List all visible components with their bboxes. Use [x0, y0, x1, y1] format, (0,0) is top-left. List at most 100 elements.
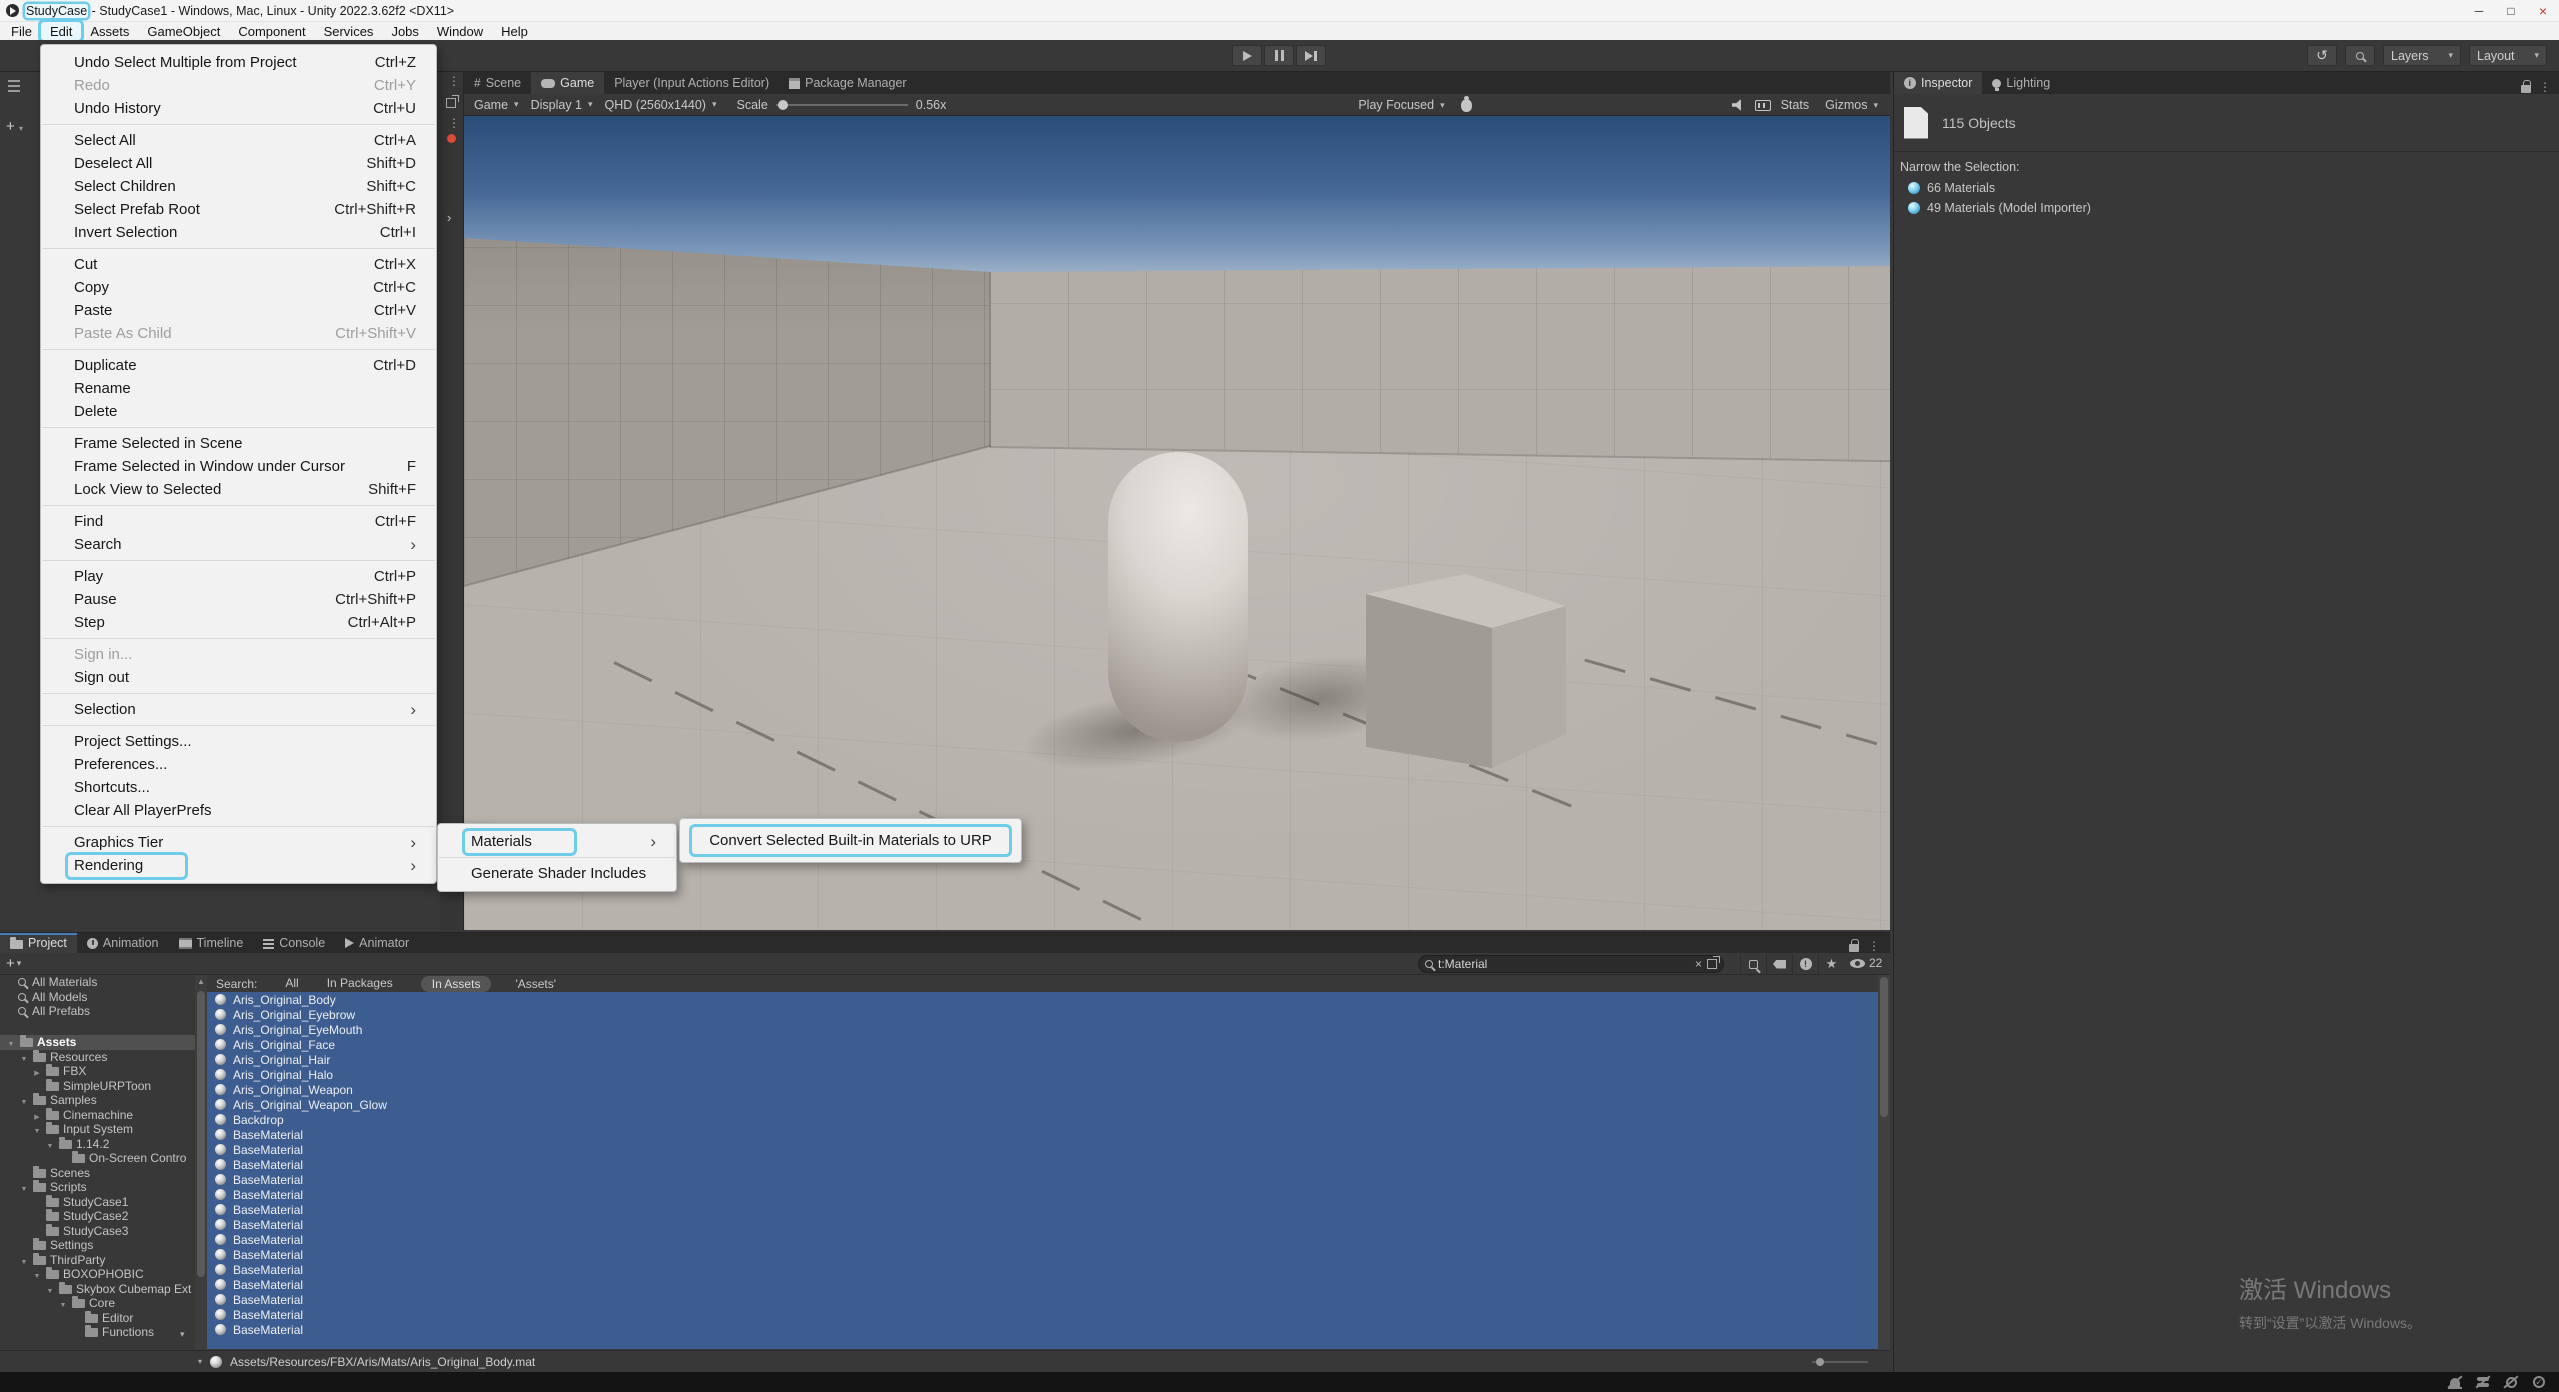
menu-item[interactable]: FindCtrl+F: [41, 510, 436, 533]
folder-tree-item[interactable]: Settings: [0, 1238, 195, 1253]
folder-tree-item[interactable]: Input System: [0, 1122, 195, 1137]
menu-bar-item[interactable]: GameObject: [138, 22, 229, 40]
scrollbar-thumb[interactable]: [197, 991, 205, 1277]
menu-item[interactable]: Rename: [41, 377, 436, 400]
menu-bar-item[interactable]: Assets: [81, 22, 138, 40]
folder-tree-item[interactable]: On-Screen Contro: [0, 1151, 195, 1166]
material-list-item[interactable]: BaseMaterial: [207, 1172, 1878, 1187]
expand-panel-arrow[interactable]: ›: [447, 210, 451, 225]
menu-item[interactable]: Frame Selected in Window under CursorF: [41, 455, 436, 478]
material-list-item[interactable]: BaseMaterial: [207, 1277, 1878, 1292]
menu-item[interactable]: Undo Select Multiple from ProjectCtrl+Z: [41, 51, 436, 74]
folder-tree-item[interactable]: BOXOPHOBIC: [0, 1267, 195, 1282]
menu-item[interactable]: Search: [41, 533, 436, 556]
menu-item[interactable]: Delete: [41, 400, 436, 423]
scope-option[interactable]: In Packages: [327, 976, 393, 992]
stats-toggle[interactable]: Stats: [1781, 98, 1810, 112]
layout-dropdown[interactable]: Layout▾: [2469, 45, 2547, 66]
kebab-menu-icon[interactable]: ⋮: [2539, 80, 2551, 94]
thumbnail-zoom-slider[interactable]: [1812, 1361, 1868, 1363]
lock-icon[interactable]: [2521, 85, 2531, 93]
menu-item[interactable]: Preferences...: [41, 753, 436, 776]
foldout-arrow-icon[interactable]: [6, 1035, 16, 1049]
menu-item[interactable]: PasteCtrl+V: [41, 299, 436, 322]
menu-item[interactable]: Sign in...: [41, 643, 436, 666]
menu-item[interactable]: Graphics Tier: [41, 831, 436, 854]
menu-item[interactable]: Shortcuts...: [41, 776, 436, 799]
close-button[interactable]: ×: [2527, 0, 2559, 21]
menu-item[interactable]: Materials: [438, 830, 676, 853]
menu-item[interactable]: Select Prefab RootCtrl+Shift+R: [41, 198, 436, 221]
popout-icon[interactable]: [446, 98, 456, 108]
material-list-item[interactable]: BaseMaterial: [207, 1187, 1878, 1202]
panel-tab[interactable]: Animation: [77, 933, 169, 953]
step-button[interactable]: [1296, 45, 1326, 66]
create-asset-button[interactable]: +▾: [0, 955, 21, 972]
menu-item[interactable]: [42, 427, 435, 428]
menu-item[interactable]: Clear All PlayerPrefs: [41, 799, 436, 822]
foldout-arrow-icon[interactable]: [58, 1296, 68, 1310]
material-list-item[interactable]: BaseMaterial: [207, 1157, 1878, 1172]
material-list-item[interactable]: Aris_Original_Weapon: [207, 1082, 1878, 1097]
foldout-arrow-icon[interactable]: [19, 1093, 29, 1107]
mute-audio-icon[interactable]: [1732, 99, 1745, 111]
save-search-button[interactable]: ★: [1818, 954, 1844, 974]
foldout-arrow-icon[interactable]: [32, 1122, 42, 1136]
menu-item[interactable]: [42, 826, 435, 827]
folder-tree-item[interactable]: Samples: [0, 1093, 195, 1108]
menu-bar-item[interactable]: Jobs: [382, 22, 427, 40]
resolution-dropdown[interactable]: QHD (2560x1440)▾: [599, 96, 723, 114]
saved-search-item[interactable]: All Models: [0, 990, 195, 1005]
panel-tab[interactable]: Console: [253, 933, 335, 953]
slider-knob[interactable]: [1816, 1358, 1824, 1366]
menu-bar-item[interactable]: Services: [315, 22, 383, 40]
saved-search-item[interactable]: All Prefabs: [0, 1004, 195, 1019]
material-list-item[interactable]: BaseMaterial: [207, 1202, 1878, 1217]
maximize-button[interactable]: □: [2495, 0, 2527, 21]
material-list-item[interactable]: Aris_Original_Halo: [207, 1067, 1878, 1082]
menu-item[interactable]: Undo HistoryCtrl+U: [41, 97, 436, 120]
kebab-menu-icon[interactable]: ⋮: [448, 116, 460, 130]
menu-item[interactable]: DuplicateCtrl+D: [41, 354, 436, 377]
scope-option[interactable]: In Assets: [421, 976, 492, 992]
clear-search-icon[interactable]: ×: [1695, 957, 1702, 971]
search-by-importlog-button[interactable]: [1792, 954, 1818, 974]
chevron-down-icon[interactable]: ▾: [198, 1357, 202, 1366]
menu-item[interactable]: Lock View to SelectedShift+F: [41, 478, 436, 501]
narrow-selection-item[interactable]: 66 Materials: [1894, 178, 2559, 198]
folder-tree-item[interactable]: Scripts: [0, 1180, 195, 1195]
menu-item[interactable]: Project Settings...: [41, 730, 436, 753]
menu-item[interactable]: PlayCtrl+P: [41, 565, 436, 588]
menu-item[interactable]: Frame Selected in Scene: [41, 432, 436, 455]
menu-item[interactable]: [42, 124, 435, 125]
scrollbar-thumb[interactable]: [1880, 977, 1888, 1117]
material-list-item[interactable]: Aris_Original_Weapon_Glow: [207, 1097, 1878, 1112]
minimize-button[interactable]: ─: [2463, 0, 2495, 21]
foldout-arrow-icon[interactable]: [19, 1180, 29, 1194]
material-list-item[interactable]: BaseMaterial: [207, 1127, 1878, 1142]
material-list-item[interactable]: Aris_Original_EyeMouth: [207, 1022, 1878, 1037]
saved-search-item[interactable]: All Materials: [0, 975, 195, 990]
menu-item[interactable]: CopyCtrl+C: [41, 276, 436, 299]
scale-slider[interactable]: [776, 104, 908, 106]
folder-tree-item[interactable]: Core: [0, 1296, 195, 1311]
debug-icon[interactable]: [1461, 99, 1472, 112]
view-tab[interactable]: Player (Input Actions Editor): [604, 72, 779, 94]
folder-tree-item[interactable]: Editor: [0, 1311, 195, 1326]
material-list-item[interactable]: BaseMaterial: [207, 1292, 1878, 1307]
menu-bar-item[interactable]: Help: [492, 22, 537, 40]
foldout-arrow-icon[interactable]: [19, 1050, 29, 1064]
menu-item[interactable]: RedoCtrl+Y: [41, 74, 436, 97]
view-tab[interactable]: Scene: [464, 72, 531, 94]
play-button[interactable]: [1232, 45, 1262, 66]
folder-tree-item[interactable]: SimpleURPToon: [0, 1079, 195, 1094]
gizmos-dropdown[interactable]: Gizmos▾: [1819, 96, 1884, 114]
folder-tree-item[interactable]: Skybox Cubemap Ext: [0, 1282, 195, 1297]
search-by-label-button[interactable]: [1766, 954, 1792, 974]
play-focused-dropdown[interactable]: Play Focused▾: [1352, 96, 1450, 114]
menu-item[interactable]: [42, 349, 435, 350]
panel-tab[interactable]: Project: [0, 933, 77, 953]
search-by-type-button[interactable]: [1740, 954, 1766, 974]
lock-icon[interactable]: [1849, 944, 1859, 952]
menu-item[interactable]: [42, 725, 435, 726]
